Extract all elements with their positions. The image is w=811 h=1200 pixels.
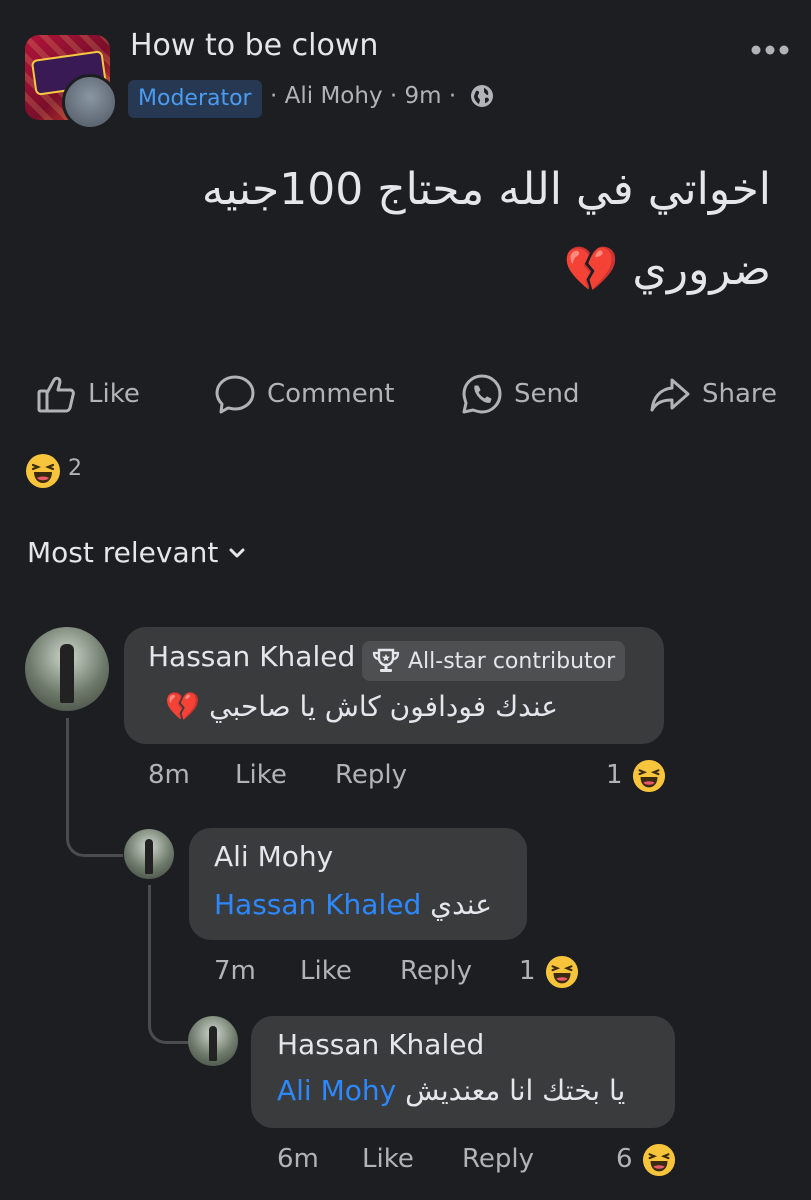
like-button[interactable]: Like xyxy=(34,370,140,418)
commenter-avatar[interactable] xyxy=(188,1016,238,1066)
comment-like-button[interactable]: Like xyxy=(300,956,352,986)
comment-reply-button[interactable]: Reply xyxy=(335,760,407,790)
whatsapp-send-icon xyxy=(462,374,502,414)
like-icon xyxy=(37,376,75,413)
comment-icon xyxy=(215,375,255,414)
send-label: Send xyxy=(514,379,580,409)
haha-emoji-icon[interactable] xyxy=(25,453,61,489)
post-text: اخواتي في الله محتاج 100جنيه ضروري 💔 xyxy=(71,150,771,310)
haha-emoji-icon[interactable] xyxy=(545,955,579,989)
comment-reaction-count[interactable]: 6 xyxy=(616,1144,633,1174)
post-author[interactable]: Ali Mohy xyxy=(285,83,383,109)
comment-author[interactable]: Hassan Khaled xyxy=(148,640,355,673)
badge-label: All-star contributor xyxy=(408,648,616,674)
post-meta: · Ali Mohy · 9m · xyxy=(270,83,456,109)
post-time[interactable]: 9m xyxy=(405,83,442,109)
comment-button[interactable]: Comment xyxy=(213,370,394,418)
commenter-avatar[interactable] xyxy=(124,829,174,879)
comment-text: Hassan Khaled عندي xyxy=(214,888,492,921)
comment-text-body: يا بختك انا معنديش xyxy=(405,1074,626,1107)
haha-emoji-icon[interactable] xyxy=(642,1143,676,1177)
separator: · xyxy=(389,83,398,109)
haha-emoji-icon[interactable] xyxy=(632,759,666,793)
trophy-icon xyxy=(372,648,400,672)
share-button[interactable]: Share xyxy=(648,370,777,418)
mention-link[interactable]: Ali Mohy xyxy=(277,1074,396,1107)
separator: · xyxy=(448,83,457,109)
comment-like-button[interactable]: Like xyxy=(235,760,287,790)
author-avatar[interactable] xyxy=(62,74,118,130)
thread-connector xyxy=(66,718,123,857)
comment-text: عندك فودافون كاش يا صاحبي 💔 xyxy=(165,690,558,723)
comment-reply-button[interactable]: Reply xyxy=(462,1144,534,1174)
separator: · xyxy=(270,83,278,109)
comment-text-body: عندي xyxy=(430,888,492,921)
share-icon xyxy=(650,378,690,412)
reaction-count[interactable]: 2 xyxy=(68,456,82,481)
chevron-down-icon xyxy=(229,548,245,557)
share-label: Share xyxy=(702,379,778,409)
comment-time[interactable]: 6m xyxy=(277,1144,319,1174)
mention-link[interactable]: Hassan Khaled xyxy=(214,888,421,921)
all-star-badge: All-star contributor xyxy=(362,641,626,681)
commenter-avatar[interactable] xyxy=(25,627,109,711)
like-label: Like xyxy=(88,379,140,409)
thread-connector xyxy=(148,885,189,1044)
comment-like-button[interactable]: Like xyxy=(362,1144,414,1174)
moderator-badge: Moderator xyxy=(128,80,262,118)
comment-reaction-count[interactable]: 1 xyxy=(519,956,536,986)
comment-reply-button[interactable]: Reply xyxy=(400,956,472,986)
send-button[interactable]: Send xyxy=(460,370,579,418)
comment-author[interactable]: Hassan Khaled xyxy=(277,1028,484,1061)
comment-time[interactable]: 8m xyxy=(148,760,190,790)
globe-icon xyxy=(471,85,493,107)
more-icon[interactable] xyxy=(748,40,792,60)
comment-label: Comment xyxy=(267,379,395,409)
group-name[interactable]: How to be clown xyxy=(130,28,378,63)
post-text-line: ضروري 💔 xyxy=(563,244,771,295)
post-text-line: اخواتي في الله محتاج 100جنيه xyxy=(201,164,771,215)
comment-time[interactable]: 7m xyxy=(214,956,256,986)
sort-label: Most relevant xyxy=(27,536,219,569)
sort-dropdown[interactable]: Most relevant xyxy=(27,536,246,569)
comment-author[interactable]: Ali Mohy xyxy=(214,840,333,873)
comment-text: Ali Mohy يا بختك انا معنديش xyxy=(277,1074,625,1107)
comment-reaction-count[interactable]: 1 xyxy=(606,760,623,790)
